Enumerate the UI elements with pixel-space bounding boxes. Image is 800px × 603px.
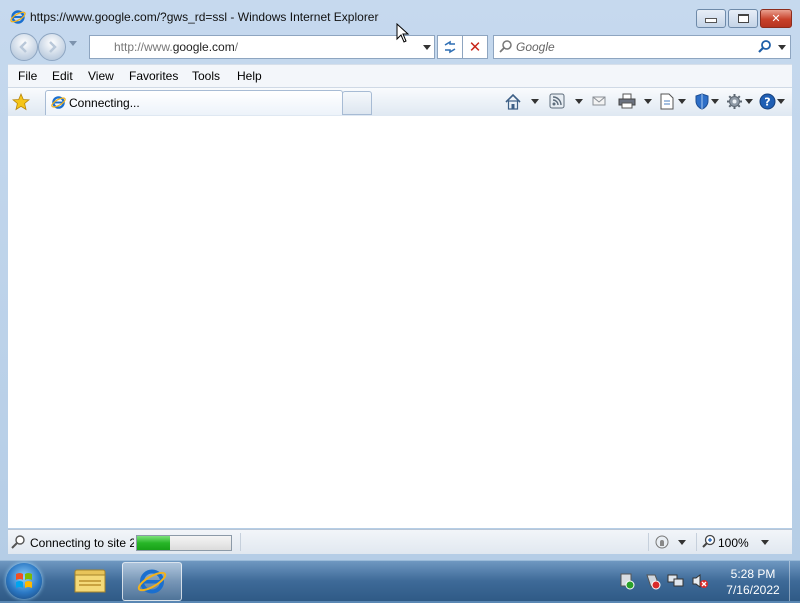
windows-orb-icon [16,573,32,588]
menu-help[interactable]: Help [237,69,262,83]
status-divider [240,533,241,551]
page-content[interactable] [8,116,792,528]
clock[interactable]: 5:28 PM 7/16/2022 [713,566,793,598]
zoom-dropdown[interactable] [761,540,769,545]
show-desktop-button[interactable] [789,561,800,601]
taskbar-explorer-button[interactable] [60,562,118,599]
clock-time: 5:28 PM [730,567,776,581]
back-icon [19,41,27,53]
browser-window: https://www.google.com/?gws_rd=ssl - Win… [0,0,800,560]
rss-icon[interactable] [549,93,565,112]
address-bar[interactable]: http://www.google.com/ [89,35,435,59]
zoom-level[interactable]: 100% [718,536,749,550]
rss-dropdown[interactable] [575,99,583,104]
print-dropdown[interactable] [644,99,652,104]
stop-button[interactable]: ✕ [462,35,488,59]
refresh-button[interactable] [437,35,463,59]
network-icon[interactable] [667,572,685,593]
status-divider [648,533,649,551]
window-title: https://www.google.com/?gws_rd=ssl - Win… [30,10,379,24]
menu-tools[interactable]: Tools [192,69,220,83]
address-url-domain: google.com [172,40,235,54]
read-mail-icon[interactable] [591,93,607,112]
menu-file[interactable]: File [18,69,37,83]
page-icon[interactable] [659,93,675,113]
help-dropdown[interactable] [777,99,785,104]
tools-gear-icon[interactable] [726,93,743,113]
protected-mode-dropdown[interactable] [678,540,686,545]
menu-bar: File Edit View Favorites Tools Help [8,64,792,87]
svg-text:?: ? [764,96,770,109]
forward-button[interactable] [38,33,66,61]
minimize-button[interactable] [696,9,726,28]
taskbar: 5:28 PM 7/16/2022 [0,560,800,601]
start-button[interactable] [6,563,42,599]
restore-icon [729,10,757,27]
action-center-icon[interactable] [618,572,636,593]
back-button[interactable] [10,33,38,61]
stop-icon: ✕ [468,39,482,56]
address-url-prefix: http://www. [114,40,173,54]
ie-icon [10,9,26,28]
address-url-suffix: / [234,40,239,54]
search-provider-icon [499,39,513,56]
tab-label: Connecting... [69,96,140,110]
status-bar: Connecting to site 2 100% [8,529,792,554]
search-icon[interactable] [758,39,772,56]
menu-favorites[interactable]: Favorites [129,69,178,83]
ie-icon [137,569,167,594]
folder-icon [74,569,106,593]
safety-dropdown[interactable] [711,99,719,104]
favorites-star-icon[interactable] [11,92,31,114]
tools-dropdown[interactable] [745,99,753,104]
zoom-icon[interactable] [702,534,716,551]
close-button[interactable]: ✕ [760,9,792,28]
safety-icon[interactable] [694,93,710,113]
tab-active[interactable]: Connecting... [45,90,343,115]
ie-icon [51,95,66,113]
progress-bar [136,535,232,551]
menu-edit[interactable]: Edit [52,69,73,83]
minimize-icon [697,10,725,27]
address-dropdown[interactable] [423,45,431,50]
search-input[interactable] [516,38,746,56]
refresh-icon [444,40,456,54]
status-divider [696,533,697,551]
progress-fill [137,536,170,550]
address-url[interactable]: http://www.google.com/ [114,40,238,54]
status-text: Connecting to site 2 [30,536,134,550]
recent-pages-dropdown[interactable] [69,41,77,46]
protected-mode-icon[interactable] [655,534,671,553]
forward-icon [49,41,57,53]
home-dropdown[interactable] [531,99,539,104]
maximize-button[interactable] [728,9,758,28]
search-dropdown[interactable] [778,45,786,50]
volume-muted-icon[interactable] [691,572,709,593]
taskbar-ie-button[interactable] [122,562,182,601]
new-tab-button[interactable] [342,91,372,115]
page-dropdown[interactable] [678,99,686,104]
search-box [493,35,791,59]
mouse-cursor-icon [396,23,410,43]
print-icon[interactable] [618,93,636,112]
search-icon [11,534,26,552]
clock-date: 7/16/2022 [726,583,780,597]
home-icon[interactable] [504,93,522,114]
menu-view[interactable]: View [88,69,114,83]
help-icon[interactable]: ? [759,93,776,113]
command-bar: Connecting... ? [8,87,792,117]
close-icon: ✕ [771,13,781,25]
security-alert-icon[interactable] [643,572,661,593]
